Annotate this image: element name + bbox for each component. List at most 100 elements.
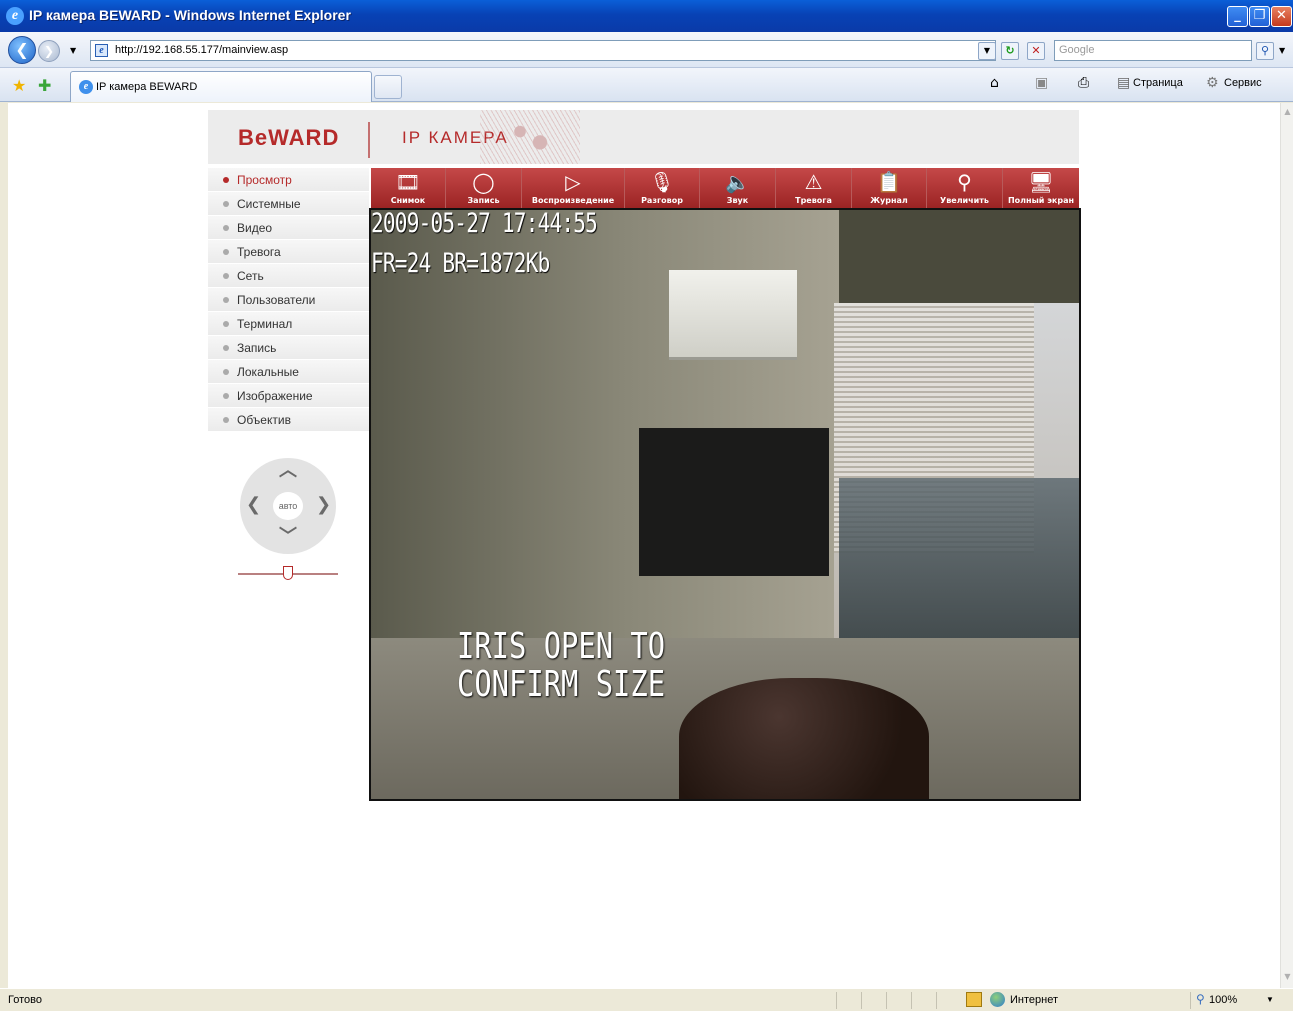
- ptz-down-button[interactable]: ﹀: [279, 528, 297, 546]
- ptz-auto-button[interactable]: авто: [273, 492, 303, 520]
- alarm-label: Тревога: [795, 196, 832, 205]
- restore-button[interactable]: ❐: [1249, 6, 1270, 27]
- forward-button[interactable]: ❯: [38, 40, 60, 62]
- page-menu[interactable]: Страница: [1133, 77, 1183, 89]
- menu-item-label: Объектив: [237, 413, 291, 427]
- snapshot-button[interactable]: 🎞 Снимок: [371, 168, 446, 208]
- bullet-icon: [223, 369, 229, 375]
- ptz-control: ︿ ﹀ ❮ ❯ авто: [240, 458, 336, 554]
- log-button[interactable]: 📋 Журнал: [852, 168, 927, 208]
- new-tab-button[interactable]: [374, 75, 402, 99]
- feeds-icon[interactable]: ▣: [1035, 75, 1048, 91]
- beward-logo: BeWARD: [238, 125, 340, 150]
- menu-item-label: Локальные: [237, 365, 299, 379]
- menu-item-video[interactable]: Видео: [208, 216, 369, 240]
- stop-icon[interactable]: ✕: [1027, 42, 1045, 60]
- camera-toolbar: 🎞 Снимок ◯ Запись ▷ Воспроизведение 🎙 Разгов…: [371, 168, 1079, 208]
- status-bar: Готово Интернет ⚲ 100% ▼: [0, 988, 1293, 1011]
- bullet-icon: [223, 417, 229, 423]
- minimize-button[interactable]: _: [1227, 6, 1248, 27]
- bullet-icon: [223, 201, 229, 207]
- home-icon[interactable]: ⌂: [990, 75, 999, 91]
- video-border: [369, 208, 1081, 801]
- tools-gear-icon: ⚙: [1206, 75, 1219, 91]
- scroll-down-icon[interactable]: ▼: [1282, 972, 1293, 984]
- close-button[interactable]: ✕: [1271, 6, 1292, 27]
- talk-button[interactable]: 🎙 Разговор: [625, 168, 700, 208]
- menu-item-network[interactable]: Сеть: [208, 264, 369, 288]
- ptz-right-button[interactable]: ❯: [316, 496, 331, 514]
- alarm-button[interactable]: ⚠ Тревога: [776, 168, 852, 208]
- fullscreen-button[interactable]: 🖥 Полный экран: [1003, 168, 1079, 208]
- microphone-icon: 🎙: [649, 170, 675, 194]
- back-button[interactable]: ❮: [8, 36, 36, 64]
- ptz-left-button[interactable]: ❮: [246, 496, 261, 514]
- address-url: http://192.168.55.177/mainview.asp: [115, 44, 289, 56]
- zoom-slider-thumb[interactable]: [283, 566, 293, 580]
- menu-item-users[interactable]: Пользователи: [208, 288, 369, 312]
- menu-item-label: Пользователи: [237, 293, 316, 307]
- status-divider: [911, 992, 912, 1009]
- menu-item-alarm[interactable]: Тревога: [208, 240, 369, 264]
- menu-item-label: Сеть: [237, 269, 264, 283]
- browser-window: e IP камера BEWARD - Windows Internet Ex…: [0, 0, 1293, 1011]
- refresh-icon[interactable]: ↻: [1001, 42, 1019, 60]
- security-zone[interactable]: Интернет: [1010, 994, 1058, 1006]
- header-divider: [368, 122, 370, 158]
- page-icon: e: [95, 44, 108, 57]
- protected-mode-icon[interactable]: [966, 992, 982, 1007]
- bullet-icon: [223, 273, 229, 279]
- search-placeholder: Google: [1059, 44, 1095, 56]
- zoom-in-button[interactable]: ⚲ Увеличить: [927, 168, 1003, 208]
- vertical-scrollbar[interactable]: ▲ ▼: [1280, 103, 1293, 988]
- menu-item-view[interactable]: Просмотр: [208, 168, 369, 192]
- log-label: Журнал: [870, 196, 908, 205]
- status-divider: [1190, 992, 1191, 1009]
- menu-item-label: Запись: [237, 341, 277, 355]
- sound-button[interactable]: 🔈 Звук: [700, 168, 776, 208]
- title-bar: e IP камера BEWARD - Windows Internet Ex…: [0, 0, 1293, 32]
- tools-menu[interactable]: Сервис: [1224, 77, 1262, 89]
- search-input[interactable]: Google: [1054, 40, 1252, 61]
- menu-item-label: Просмотр: [237, 173, 292, 187]
- alarm-icon: ⚠: [804, 170, 823, 194]
- page-content: BeWARD IP КАМЕРА Просмотр Системные Виде…: [8, 103, 1280, 988]
- status-divider: [886, 992, 887, 1009]
- add-favorites-icon[interactable]: ✚: [38, 76, 51, 95]
- menu-item-system[interactable]: Системные: [208, 192, 369, 216]
- clipboard-icon: 📋: [876, 170, 902, 194]
- status-text: Готово: [8, 994, 42, 1006]
- zoom-level[interactable]: 100%: [1209, 994, 1237, 1006]
- film-icon: 🎞: [395, 170, 421, 194]
- record-label: Запись: [467, 196, 500, 205]
- status-divider: [861, 992, 862, 1009]
- menu-item-image[interactable]: Изображение: [208, 384, 369, 408]
- tab-label: IP камера BEWARD: [96, 81, 198, 93]
- address-toolbar: ❮ ❯ ▼ e http://192.168.55.177/mainview.a…: [0, 32, 1293, 68]
- menu-item-local[interactable]: Локальные: [208, 360, 369, 384]
- zoom-slider[interactable]: [238, 566, 338, 580]
- address-bar[interactable]: e http://192.168.55.177/mainview.asp: [90, 40, 996, 61]
- status-divider: [936, 992, 937, 1009]
- menu-item-lens[interactable]: Объектив: [208, 408, 369, 432]
- monitor-icon: 🖥: [1028, 170, 1054, 194]
- tab-ip-camera[interactable]: e IP камера BEWARD: [70, 71, 372, 102]
- menu-item-recording[interactable]: Запись: [208, 336, 369, 360]
- favorites-star-icon[interactable]: ★: [12, 76, 26, 95]
- zoom-dropdown-icon[interactable]: ▼: [1266, 995, 1274, 1004]
- history-dropdown-icon[interactable]: ▼: [70, 46, 76, 55]
- menu-item-terminal[interactable]: Терминал: [208, 312, 369, 336]
- scroll-up-icon[interactable]: ▲: [1282, 107, 1293, 119]
- search-icon[interactable]: ⚲: [1256, 42, 1274, 60]
- zoom-icon: ⚲: [1196, 992, 1205, 1006]
- video-stream[interactable]: 2009-05-27 17:44:55 FR=24 BR=1872Kb IRIS…: [369, 208, 1081, 801]
- playback-button[interactable]: ▷ Воспроизведение: [522, 168, 625, 208]
- bullet-icon: [223, 345, 229, 351]
- print-icon[interactable]: ⎙: [1078, 75, 1089, 91]
- window-title: IP камера BEWARD - Windows Internet Expl…: [29, 7, 351, 23]
- record-button[interactable]: ◯ Запись: [446, 168, 522, 208]
- bullet-icon: [223, 297, 229, 303]
- address-dropdown-icon[interactable]: ▼: [978, 42, 996, 60]
- ptz-up-button[interactable]: ︿: [279, 462, 297, 480]
- search-options-icon[interactable]: ▼: [1279, 46, 1285, 55]
